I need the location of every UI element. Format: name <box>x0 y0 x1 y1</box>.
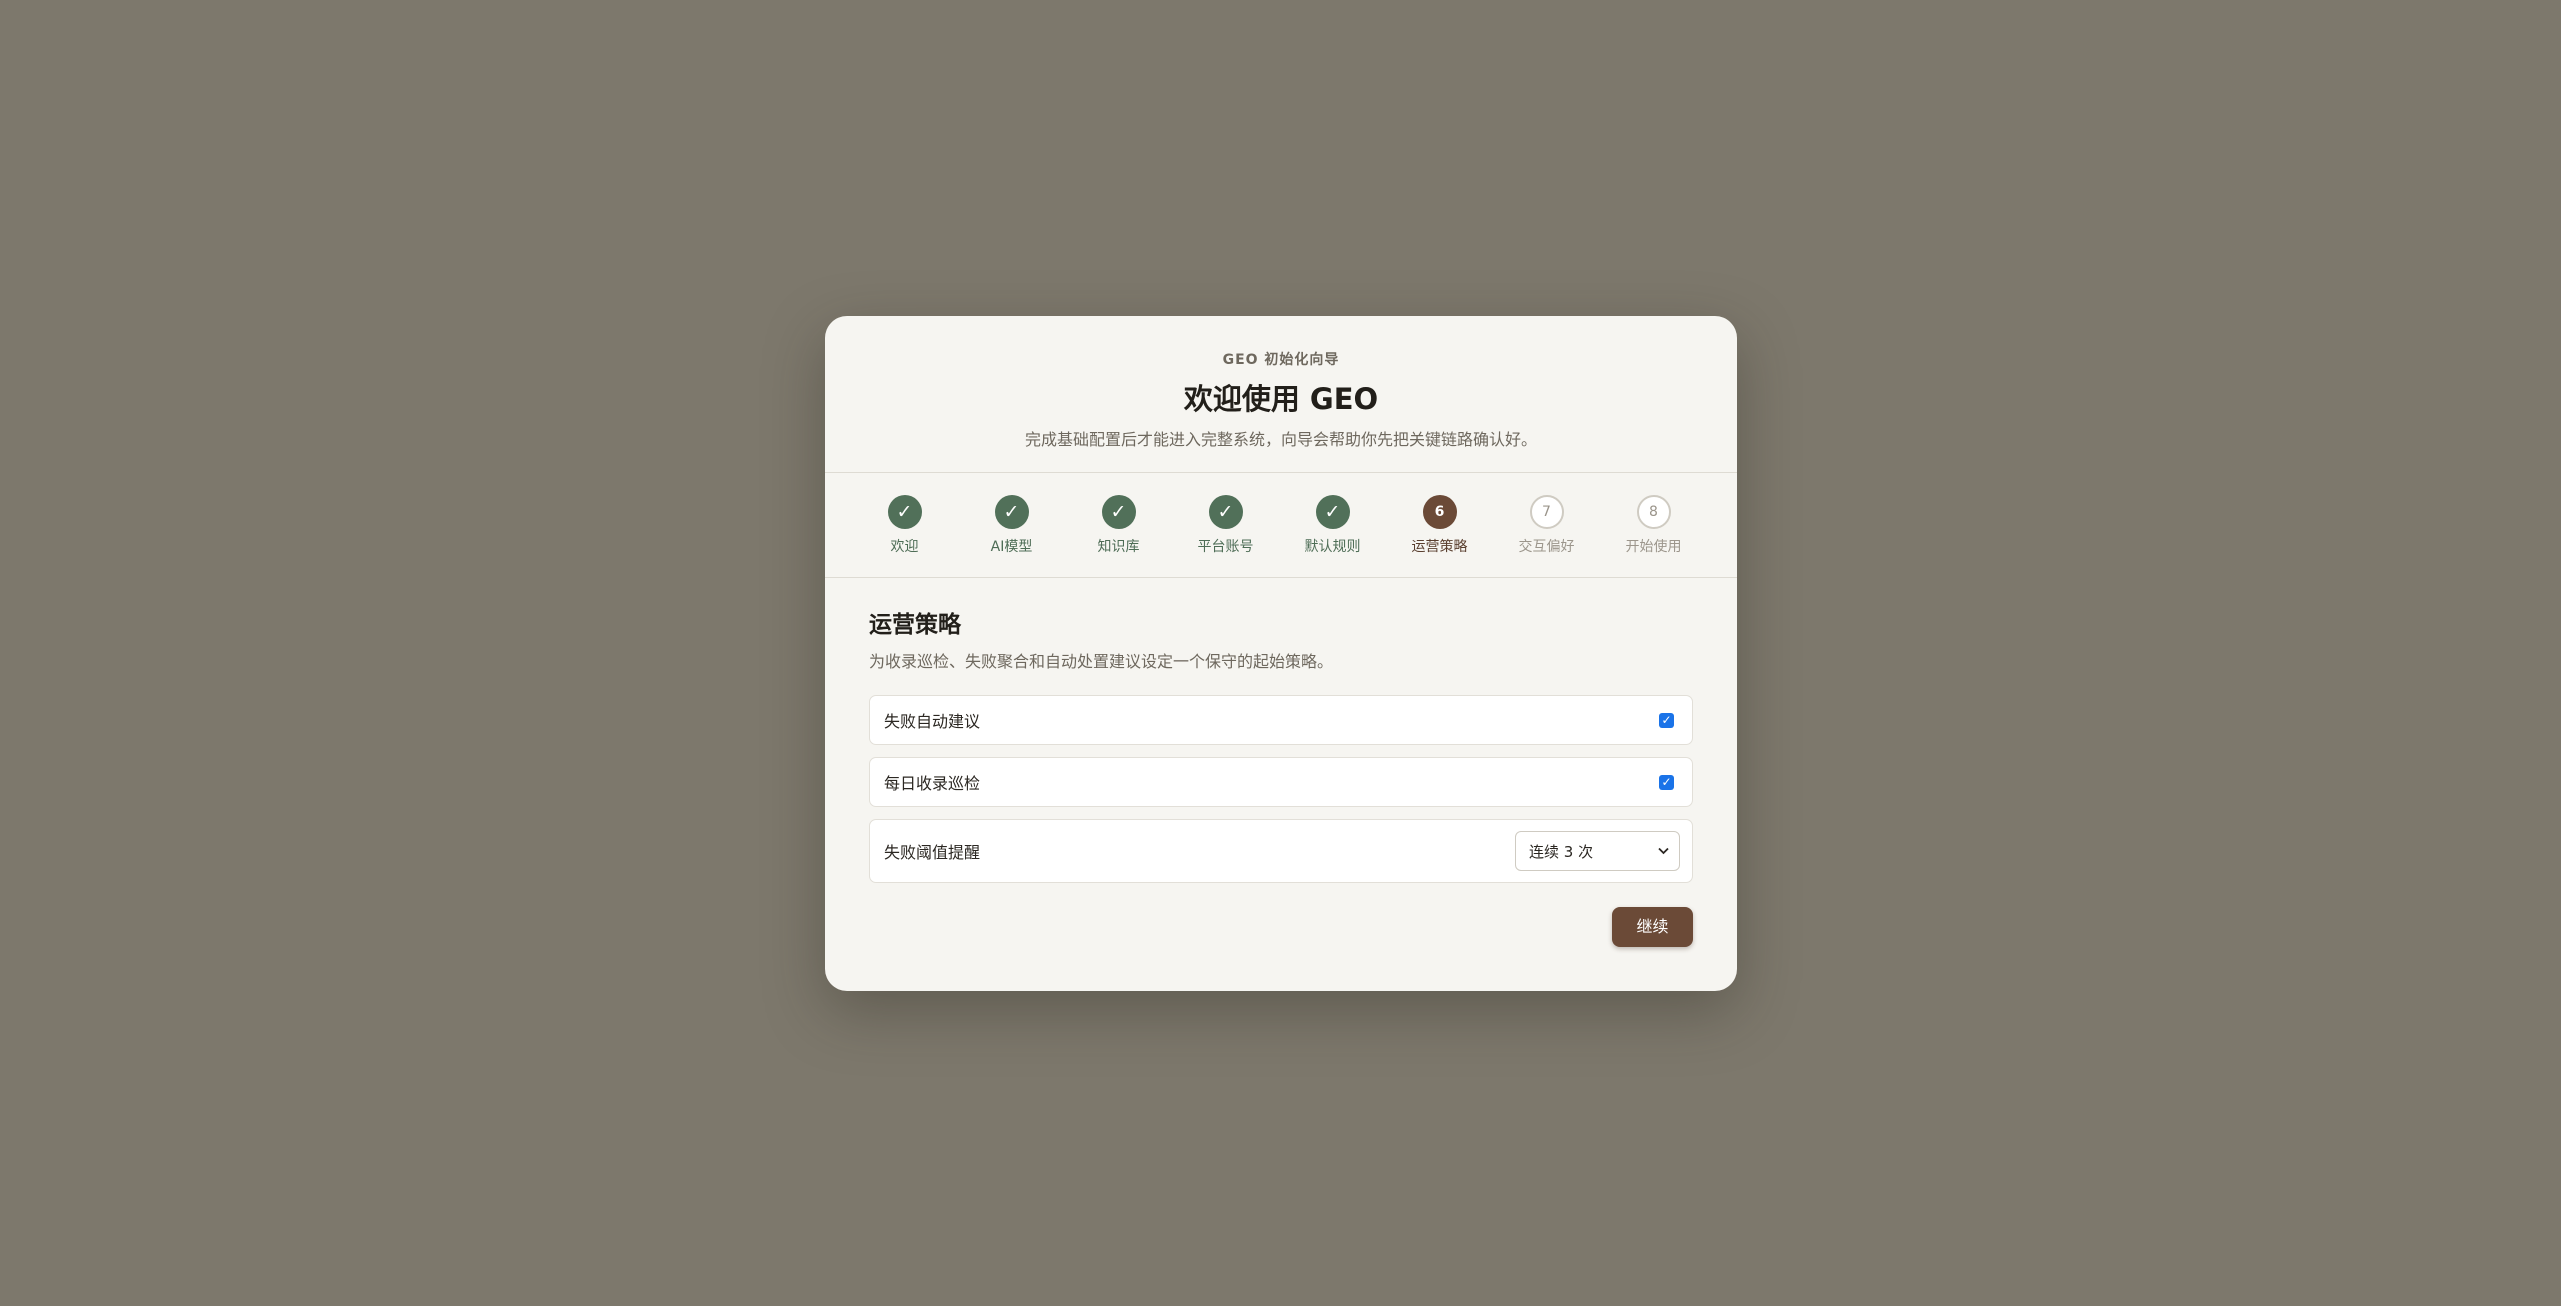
step-label: 运营策略 <box>1411 539 1468 555</box>
step-label: 交互偏好 <box>1518 539 1575 555</box>
wizard-title: 欢迎使用 GEO <box>1183 382 1379 416</box>
check-icon: ✓ <box>1101 495 1136 529</box>
step-label: 开始使用 <box>1625 539 1682 555</box>
select-value: 连续 3 次 <box>1529 842 1594 861</box>
threshold-select[interactable]: 连续 3 次 <box>1515 831 1680 871</box>
step-label: 默认规则 <box>1304 539 1361 555</box>
step-label: 平台账号 <box>1197 539 1254 555</box>
option-daily-check[interactable]: 每日收录巡检 ✓ <box>869 757 1693 807</box>
wizard-footer: 继续 <box>869 907 1693 947</box>
daily-check-checkbox[interactable]: ✓ <box>1659 774 1674 790</box>
option-label: 失败阈值提醒 <box>884 843 981 862</box>
section-title: 运营策略 <box>869 612 961 638</box>
wizard-subtitle: 完成基础配置后才能进入完整系统，向导会帮助你先把关键链路确认好。 <box>1024 430 1537 449</box>
wizard-header: GEO 初始化向导 欢迎使用 GEO 完成基础配置后才能进入完整系统，向导会帮助… <box>825 316 1737 473</box>
option-label: 失败自动建议 <box>884 712 981 731</box>
chevron-down-icon <box>1658 844 1669 859</box>
continue-button[interactable]: 继续 <box>1612 907 1693 947</box>
step-ai-model[interactable]: ✓ AI模型 <box>958 495 1065 556</box>
option-failure-threshold: 失败阈值提醒 连续 3 次 <box>869 819 1693 883</box>
step-label: 知识库 <box>1097 539 1140 555</box>
step-number: 8 <box>1636 495 1671 529</box>
option-label: 每日收录巡检 <box>884 774 981 793</box>
check-icon: ✓ <box>1208 495 1243 529</box>
step-label: 欢迎 <box>890 539 919 555</box>
step-operations-strategy[interactable]: 6 运营策略 <box>1386 495 1493 556</box>
step-get-started[interactable]: 8 开始使用 <box>1600 495 1707 556</box>
step-interaction-preferences[interactable]: 7 交互偏好 <box>1493 495 1600 556</box>
step-welcome[interactable]: ✓ 欢迎 <box>851 495 958 556</box>
section-description: 为收录巡检、失败聚合和自动处置建议设定一个保守的起始策略。 <box>869 652 1334 671</box>
auto-suggest-checkbox[interactable]: ✓ <box>1659 712 1674 728</box>
step-number: 7 <box>1529 495 1564 529</box>
step-default-rules[interactable]: ✓ 默认规则 <box>1279 495 1386 556</box>
wizard-content: 运营策略 为收录巡检、失败聚合和自动处置建议设定一个保守的起始策略。 失败自动建… <box>825 610 1737 947</box>
option-auto-suggest[interactable]: 失败自动建议 ✓ <box>869 695 1693 745</box>
wizard-steps: ✓ 欢迎 ✓ AI模型 ✓ 知识库 ✓ 平台账号 ✓ 默认规则 6 运营策略 7… <box>825 473 1737 578</box>
check-icon: ✓ <box>1315 495 1350 529</box>
setup-wizard-dialog: GEO 初始化向导 欢迎使用 GEO 完成基础配置后才能进入完整系统，向导会帮助… <box>825 316 1737 991</box>
step-label: AI模型 <box>990 539 1033 555</box>
wizard-eyebrow: GEO 初始化向导 <box>1222 352 1340 368</box>
step-knowledge-base[interactable]: ✓ 知识库 <box>1065 495 1172 556</box>
step-platform-accounts[interactable]: ✓ 平台账号 <box>1172 495 1279 556</box>
check-icon: ✓ <box>887 495 922 529</box>
check-icon: ✓ <box>994 495 1029 529</box>
step-number: 6 <box>1422 495 1457 529</box>
